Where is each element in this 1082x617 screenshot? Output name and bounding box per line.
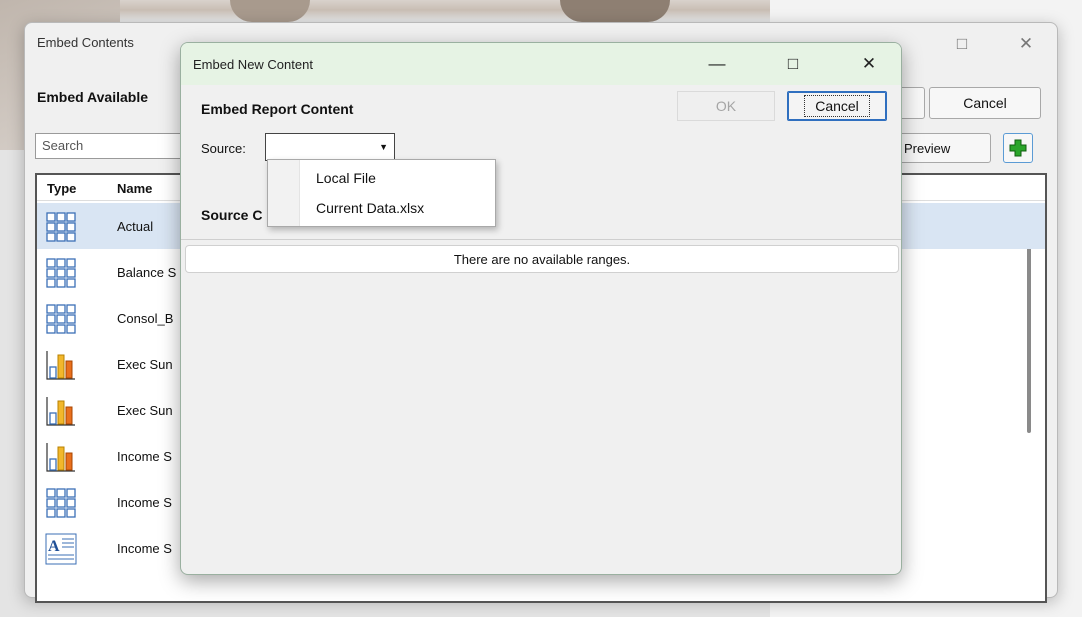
close-icon[interactable]: ✕ [846, 49, 892, 79]
source-label: Source: [201, 141, 246, 156]
embed-new-content-dialog: Embed New Content — □ ✕ Embed Report Con… [180, 42, 902, 575]
column-name[interactable]: Name [117, 181, 152, 196]
list-item-name: Exec Sun [117, 403, 173, 418]
maximize-icon[interactable]: □ [939, 29, 985, 59]
source-content-heading: Source C [201, 207, 263, 223]
list-item-name: Income S [117, 449, 172, 464]
list-item-name: Exec Sun [117, 357, 173, 372]
svg-text:A: A [48, 538, 60, 555]
source-select[interactable]: ▼ [265, 133, 395, 161]
menu-gutter [268, 160, 300, 226]
close-icon[interactable]: ✕ [1003, 29, 1049, 59]
embed-report-content-heading: Embed Report Content [201, 101, 354, 117]
divider [181, 239, 901, 240]
ok-button[interactable]: OK [677, 91, 775, 121]
column-type[interactable]: Type [47, 181, 76, 196]
embed-available-heading: Embed Available [37, 89, 149, 105]
grid-icon [45, 211, 77, 243]
search-input[interactable]: Search [35, 133, 195, 159]
source-dropdown-menu: Local File Current Data.xlsx [267, 159, 496, 227]
cancel-button[interactable]: Cancel [787, 91, 887, 121]
menu-item-local-file[interactable]: Local File [316, 170, 376, 186]
maximize-icon[interactable]: □ [770, 49, 816, 79]
chevron-down-icon: ▼ [379, 142, 388, 152]
bar-chart-icon [45, 395, 77, 427]
list-item-name: Balance S [117, 265, 177, 280]
dialog-title: Embed New Content [193, 57, 313, 72]
minimize-icon[interactable]: — [694, 49, 740, 79]
add-icon[interactable] [1003, 133, 1033, 163]
list-item-name: Income S [117, 495, 172, 510]
list-item-name: Consol_B [117, 311, 174, 326]
window-title: Embed Contents [37, 35, 134, 50]
cancel-button-label: Cancel [804, 95, 870, 117]
bar-chart-icon [45, 349, 77, 381]
cancel-button[interactable]: Cancel [929, 87, 1041, 119]
grid-icon [45, 303, 77, 335]
bar-chart-icon [45, 441, 77, 473]
no-ranges-message: There are no available ranges. [185, 245, 899, 273]
grid-icon [45, 257, 77, 289]
list-item-name: Actual [117, 219, 154, 234]
menu-item-current-data[interactable]: Current Data.xlsx [316, 200, 424, 216]
text-document-icon: A [45, 533, 77, 565]
preview-button[interactable]: Preview [897, 133, 991, 163]
grid-icon [45, 487, 77, 519]
list-item-name: Income S [117, 541, 172, 556]
